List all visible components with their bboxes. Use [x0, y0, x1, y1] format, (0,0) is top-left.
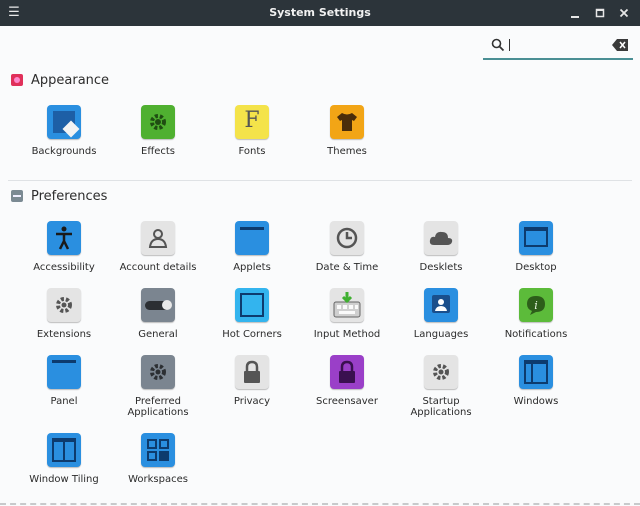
workspaces-icon [141, 433, 175, 467]
item-hot-corners[interactable]: Hot Corners [204, 288, 300, 340]
text-caret [509, 39, 510, 51]
accessibility-icon [47, 221, 81, 255]
window-tiling-icon [47, 433, 81, 467]
search-input[interactable] [509, 37, 605, 55]
bottom-separator [0, 503, 640, 505]
clear-icon[interactable] [612, 39, 628, 51]
windows-icon [519, 355, 553, 389]
panel-icon [47, 355, 81, 389]
themes-icon [330, 105, 364, 139]
search-box[interactable] [483, 33, 633, 60]
section-title: Appearance [31, 72, 110, 88]
applets-icon [235, 221, 269, 255]
item-effects[interactable]: Effects [110, 105, 206, 157]
extensions-icon [47, 288, 81, 322]
effects-icon [141, 105, 175, 139]
close-icon[interactable] [616, 5, 632, 21]
item-account-details[interactable]: Account details [110, 221, 206, 273]
item-general[interactable]: General [110, 288, 206, 340]
item-fonts[interactable]: F Fonts [204, 105, 300, 157]
item-backgrounds[interactable]: Backgrounds [16, 105, 112, 157]
section-preferences-header: Preferences [11, 186, 107, 206]
appearance-icon [11, 74, 23, 86]
item-themes[interactable]: Themes [299, 105, 395, 157]
section-divider [8, 180, 632, 181]
desktop-icon [519, 221, 553, 255]
item-preferred-applications[interactable]: Preferred Applications [110, 355, 206, 418]
languages-icon [424, 288, 458, 322]
item-applets[interactable]: Applets [204, 221, 300, 273]
notifications-icon: i [519, 288, 553, 322]
item-workspaces[interactable]: Workspaces [110, 433, 206, 485]
item-panel[interactable]: Panel [16, 355, 112, 407]
item-accessibility[interactable]: Accessibility [16, 221, 112, 273]
item-languages[interactable]: Languages [393, 288, 489, 340]
section-title: Preferences [31, 188, 108, 204]
general-icon [141, 288, 175, 322]
svg-text:i: i [534, 299, 538, 312]
item-notifications[interactable]: i Notifications [488, 288, 584, 340]
screensaver-icon [330, 355, 364, 389]
section-appearance-header: Appearance [11, 70, 109, 90]
item-extensions[interactable]: Extensions [16, 288, 112, 340]
desklets-icon [424, 221, 458, 255]
clock-icon [330, 221, 364, 255]
account-details-icon [141, 221, 175, 255]
hot-corners-icon [235, 288, 269, 322]
backgrounds-icon [47, 105, 81, 139]
item-desktop[interactable]: Desktop [488, 221, 584, 273]
minimize-icon[interactable] [567, 5, 583, 21]
preferred-applications-icon [141, 355, 175, 389]
window-title: System Settings [269, 6, 371, 19]
maximize-icon[interactable] [592, 5, 608, 21]
fonts-icon: F [235, 105, 269, 139]
privacy-icon [235, 355, 269, 389]
item-desklets[interactable]: Desklets [393, 221, 489, 273]
preferences-icon [11, 190, 23, 202]
search-icon [491, 38, 505, 52]
item-windows[interactable]: Windows [488, 355, 584, 407]
item-input-method[interactable]: Input Method [299, 288, 395, 340]
title-bar: ☰ System Settings [0, 0, 640, 26]
item-privacy[interactable]: Privacy [204, 355, 300, 407]
item-window-tiling[interactable]: Window Tiling [16, 433, 112, 485]
keyboard-icon [330, 288, 364, 322]
item-date-time[interactable]: Date & Time [299, 221, 395, 273]
startup-applications-icon [424, 355, 458, 389]
item-startup-applications[interactable]: Startup Applications [393, 355, 489, 418]
item-screensaver[interactable]: Screensaver [299, 355, 395, 407]
